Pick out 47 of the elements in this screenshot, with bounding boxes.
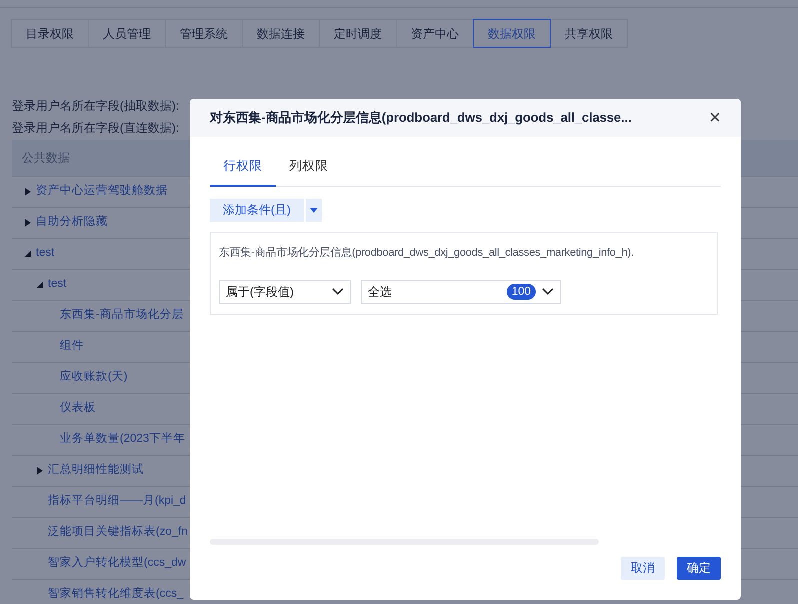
tree-item[interactable]: 自助分析隐藏 [36, 214, 108, 232]
field-label: 登录用户名所在字段(直连数据): [12, 120, 180, 136]
nav-tab[interactable]: 管理系统 [165, 19, 243, 48]
tree-item[interactable]: 资产中心运营驾驶舱数据 [36, 183, 168, 201]
select-value: 全选 [368, 284, 392, 302]
tree-item[interactable]: 业务单数量(2023下半年 [60, 431, 186, 449]
dialog-title: 对东西集-商品市场化分层信息(prodboard_dws_dxj_goods_all_classe... [210, 109, 632, 128]
tab[interactable]: 列权限 [276, 157, 342, 187]
collapsed-triangle-icon[interactable] [24, 188, 32, 196]
tree-item[interactable]: 组件 [60, 338, 84, 356]
tree-item[interactable]: 指标平台明细——月(kpi_d [48, 493, 186, 511]
nav-tab[interactable]: 资产中心 [396, 19, 474, 48]
tree-item[interactable]: 泛能项目关键指标表(zo_fn [48, 524, 188, 542]
value-select[interactable]: 全选 100 [361, 280, 561, 304]
close-button[interactable]: × [709, 108, 721, 128]
nav-tab[interactable]: 定时调度 [319, 19, 397, 48]
tree-item[interactable]: 智家销售转化维度表(ccs_ [48, 586, 184, 604]
tree-item[interactable]: test [36, 245, 55, 263]
tree-item[interactable]: 仪表板 [60, 400, 96, 418]
chevron-down-icon [542, 288, 554, 296]
collapsed-triangle-icon[interactable] [24, 219, 32, 227]
nav-tab[interactable]: 数据权限 [473, 19, 551, 48]
count-badge: 100 [506, 284, 536, 300]
collapsed-triangle-icon[interactable] [36, 467, 44, 475]
expanded-triangle-icon[interactable] [24, 250, 32, 258]
confirm-button[interactable]: 确定 [677, 556, 721, 580]
nav-tab[interactable]: 人员管理 [88, 19, 166, 48]
operator-select[interactable]: 属于(字段值) [219, 280, 351, 304]
nav-tab[interactable]: 共享权限 [550, 19, 628, 48]
nav-tab[interactable]: 目录权限 [11, 19, 89, 48]
tab[interactable]: 行权限 [210, 157, 276, 187]
condition-field-name: 东西集-商品市场化分层信息(prodboard_dws_dxj_goods_all_classes_marketing_info_h). [219, 246, 634, 259]
dropdown-button[interactable] [306, 198, 322, 222]
cancel-button[interactable]: 取消 [621, 556, 665, 580]
tree-item[interactable]: 东西集-商品市场化分层 [60, 307, 184, 325]
tree-header: 公共数据 [22, 150, 70, 167]
select-value: 属于(字段值) [226, 284, 294, 302]
tree-item[interactable]: test [48, 276, 67, 294]
tree-item[interactable]: 应收账款(天) [60, 369, 128, 387]
chevron-down-icon [332, 288, 344, 296]
nav-tab[interactable]: 数据连接 [242, 19, 320, 48]
field-label: 登录用户名所在字段(抽取数据): [12, 98, 180, 114]
tree-item[interactable]: 汇总明细性能测试 [48, 462, 144, 480]
tree-item[interactable]: 智家入户转化模型(ccs_dw [48, 555, 186, 573]
expanded-triangle-icon[interactable] [36, 281, 44, 289]
add-condition-button[interactable]: 添加条件(且) [210, 198, 304, 222]
caret-icon [310, 208, 318, 213]
